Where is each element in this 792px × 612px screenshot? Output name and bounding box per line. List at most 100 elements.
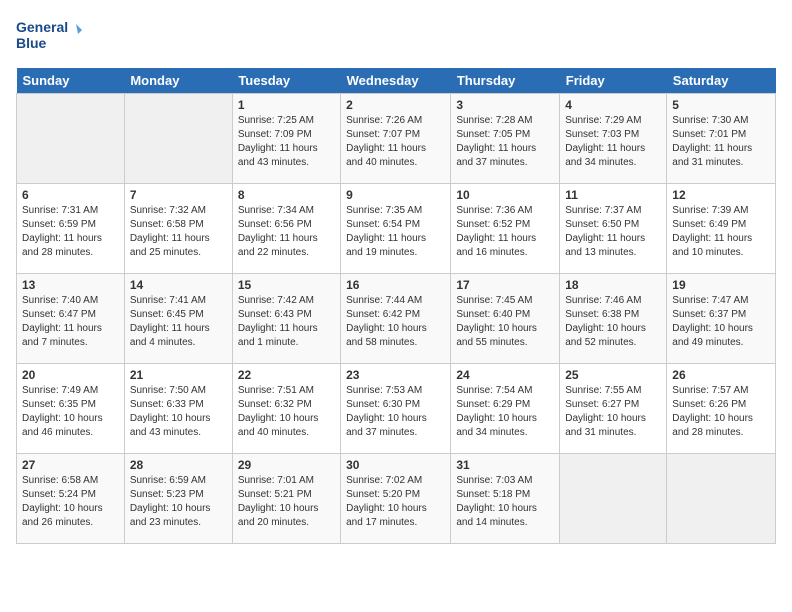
calendar-cell bbox=[560, 454, 667, 544]
calendar-cell: 13 Sunrise: 7:40 AMSunset: 6:47 PMDayligh… bbox=[17, 274, 125, 364]
day-info: Sunrise: 7:36 AMSunset: 6:52 PMDaylight:… bbox=[456, 204, 554, 260]
day-number: 7 bbox=[130, 188, 227, 202]
day-info: Sunrise: 7:26 AMSunset: 7:07 PMDaylight:… bbox=[346, 114, 445, 170]
day-header-saturday: Saturday bbox=[667, 68, 776, 94]
day-number: 1 bbox=[238, 98, 335, 112]
day-info: Sunrise: 7:31 AMSunset: 6:59 PMDaylight:… bbox=[22, 204, 119, 260]
calendar-cell bbox=[124, 94, 232, 184]
day-header-tuesday: Tuesday bbox=[232, 68, 340, 94]
day-number: 14 bbox=[130, 278, 227, 292]
day-header-wednesday: Wednesday bbox=[341, 68, 451, 94]
calendar-cell: 15 Sunrise: 7:42 AMSunset: 6:43 PMDayligh… bbox=[232, 274, 340, 364]
day-number: 9 bbox=[346, 188, 445, 202]
logo-svg: General Blue bbox=[16, 16, 86, 56]
day-number: 11 bbox=[565, 188, 661, 202]
calendar-cell bbox=[17, 94, 125, 184]
calendar-cell: 26 Sunrise: 7:57 AMSunset: 6:26 PMDayligh… bbox=[667, 364, 776, 454]
calendar-cell: 25 Sunrise: 7:55 AMSunset: 6:27 PMDayligh… bbox=[560, 364, 667, 454]
week-row-1: 1 Sunrise: 7:25 AMSunset: 7:09 PMDaylight… bbox=[17, 94, 776, 184]
day-info: Sunrise: 7:29 AMSunset: 7:03 PMDaylight:… bbox=[565, 114, 661, 170]
calendar-cell: 21Sunrise: 7:50 AMSunset: 6:33 PMDayligh… bbox=[124, 364, 232, 454]
day-number: 15 bbox=[238, 278, 335, 292]
day-info: Sunrise: 7:47 AMSunset: 6:37 PMDaylight:… bbox=[672, 294, 770, 350]
calendar-cell: 16Sunrise: 7:44 AMSunset: 6:42 PMDayligh… bbox=[341, 274, 451, 364]
day-number: 26 bbox=[672, 368, 770, 382]
day-number: 23 bbox=[346, 368, 445, 382]
calendar-cell: 29Sunrise: 7:01 AMSunset: 5:21 PMDayligh… bbox=[232, 454, 340, 544]
calendar-cell: 5 Sunrise: 7:30 AMSunset: 7:01 PMDaylight… bbox=[667, 94, 776, 184]
calendar-cell: 22 Sunrise: 7:51 AMSunset: 6:32 PMDayligh… bbox=[232, 364, 340, 454]
calendar-cell: 2 Sunrise: 7:26 AMSunset: 7:07 PMDaylight… bbox=[341, 94, 451, 184]
day-number: 6 bbox=[22, 188, 119, 202]
calendar-cell: 23Sunrise: 7:53 AMSunset: 6:30 PMDayligh… bbox=[341, 364, 451, 454]
calendar-cell: 7 Sunrise: 7:32 AMSunset: 6:58 PMDaylight… bbox=[124, 184, 232, 274]
day-info: Sunrise: 7:37 AMSunset: 6:50 PMDaylight:… bbox=[565, 204, 661, 260]
day-number: 25 bbox=[565, 368, 661, 382]
week-row-3: 13 Sunrise: 7:40 AMSunset: 6:47 PMDayligh… bbox=[17, 274, 776, 364]
day-number: 22 bbox=[238, 368, 335, 382]
day-info: Sunrise: 7:57 AMSunset: 6:26 PMDaylight:… bbox=[672, 384, 770, 440]
day-number: 24 bbox=[456, 368, 554, 382]
day-info: Sunrise: 7:44 AMSunset: 6:42 PMDaylight:… bbox=[346, 294, 445, 350]
calendar-cell: 8 Sunrise: 7:34 AMSunset: 6:56 PMDaylight… bbox=[232, 184, 340, 274]
day-info: Sunrise: 7:01 AMSunset: 5:21 PMDaylight:… bbox=[238, 474, 335, 530]
calendar-cell: 12 Sunrise: 7:39 AMSunset: 6:49 PMDayligh… bbox=[667, 184, 776, 274]
calendar-cell: 17Sunrise: 7:45 AMSunset: 6:40 PMDayligh… bbox=[451, 274, 560, 364]
day-number: 31 bbox=[456, 458, 554, 472]
calendar-cell: 24 Sunrise: 7:54 AMSunset: 6:29 PMDayligh… bbox=[451, 364, 560, 454]
week-row-4: 20 Sunrise: 7:49 AMSunset: 6:35 PMDayligh… bbox=[17, 364, 776, 454]
calendar-cell: 6 Sunrise: 7:31 AMSunset: 6:59 PMDaylight… bbox=[17, 184, 125, 274]
calendar-cell: 10 Sunrise: 7:36 AMSunset: 6:52 PMDayligh… bbox=[451, 184, 560, 274]
day-number: 3 bbox=[456, 98, 554, 112]
calendar-cell: 28 Sunrise: 6:59 AMSunset: 5:23 PMDayligh… bbox=[124, 454, 232, 544]
day-number: 10 bbox=[456, 188, 554, 202]
day-number: 13 bbox=[22, 278, 119, 292]
calendar-cell: 9 Sunrise: 7:35 AMSunset: 6:54 PMDaylight… bbox=[341, 184, 451, 274]
day-info: Sunrise: 7:46 AMSunset: 6:38 PMDaylight:… bbox=[565, 294, 661, 350]
day-info: Sunrise: 7:42 AMSunset: 6:43 PMDaylight:… bbox=[238, 294, 335, 350]
day-info: Sunrise: 7:32 AMSunset: 6:58 PMDaylight:… bbox=[130, 204, 227, 260]
svg-text:General: General bbox=[16, 19, 68, 35]
day-header-sunday: Sunday bbox=[17, 68, 125, 94]
calendar-cell: 31Sunrise: 7:03 AMSunset: 5:18 PMDayligh… bbox=[451, 454, 560, 544]
header: General Blue bbox=[16, 16, 776, 56]
day-info: Sunrise: 7:02 AMSunset: 5:20 PMDaylight:… bbox=[346, 474, 445, 530]
day-number: 19 bbox=[672, 278, 770, 292]
day-info: Sunrise: 7:49 AMSunset: 6:35 PMDaylight:… bbox=[22, 384, 119, 440]
day-number: 30 bbox=[346, 458, 445, 472]
day-header-friday: Friday bbox=[560, 68, 667, 94]
day-info: Sunrise: 7:54 AMSunset: 6:29 PMDaylight:… bbox=[456, 384, 554, 440]
day-info: Sunrise: 7:25 AMSunset: 7:09 PMDaylight:… bbox=[238, 114, 335, 170]
calendar-cell: 27 Sunrise: 6:58 AMSunset: 5:24 PMDayligh… bbox=[17, 454, 125, 544]
day-info: Sunrise: 7:55 AMSunset: 6:27 PMDaylight:… bbox=[565, 384, 661, 440]
day-number: 12 bbox=[672, 188, 770, 202]
day-number: 27 bbox=[22, 458, 119, 472]
day-info: Sunrise: 7:34 AMSunset: 6:56 PMDaylight:… bbox=[238, 204, 335, 260]
calendar-cell: 30 Sunrise: 7:02 AMSunset: 5:20 PMDayligh… bbox=[341, 454, 451, 544]
day-number: 20 bbox=[22, 368, 119, 382]
day-info: Sunrise: 7:50 AMSunset: 6:33 PMDaylight:… bbox=[130, 384, 227, 440]
day-info: Sunrise: 7:45 AMSunset: 6:40 PMDaylight:… bbox=[456, 294, 554, 350]
calendar-cell: 1 Sunrise: 7:25 AMSunset: 7:09 PMDaylight… bbox=[232, 94, 340, 184]
day-number: 8 bbox=[238, 188, 335, 202]
day-info: Sunrise: 7:35 AMSunset: 6:54 PMDaylight:… bbox=[346, 204, 445, 260]
day-number: 2 bbox=[346, 98, 445, 112]
week-row-2: 6 Sunrise: 7:31 AMSunset: 6:59 PMDaylight… bbox=[17, 184, 776, 274]
day-info: Sunrise: 7:51 AMSunset: 6:32 PMDaylight:… bbox=[238, 384, 335, 440]
calendar-cell: 18 Sunrise: 7:46 AMSunset: 6:38 PMDayligh… bbox=[560, 274, 667, 364]
day-number: 4 bbox=[565, 98, 661, 112]
day-info: Sunrise: 7:40 AMSunset: 6:47 PMDaylight:… bbox=[22, 294, 119, 350]
calendar-cell: 20 Sunrise: 7:49 AMSunset: 6:35 PMDayligh… bbox=[17, 364, 125, 454]
day-info: Sunrise: 6:58 AMSunset: 5:24 PMDaylight:… bbox=[22, 474, 119, 530]
calendar-cell: 4 Sunrise: 7:29 AMSunset: 7:03 PMDaylight… bbox=[560, 94, 667, 184]
day-info: Sunrise: 7:39 AMSunset: 6:49 PMDaylight:… bbox=[672, 204, 770, 260]
day-info: Sunrise: 6:59 AMSunset: 5:23 PMDaylight:… bbox=[130, 474, 227, 530]
day-number: 28 bbox=[130, 458, 227, 472]
calendar-cell: 11 Sunrise: 7:37 AMSunset: 6:50 PMDayligh… bbox=[560, 184, 667, 274]
day-number: 5 bbox=[672, 98, 770, 112]
calendar-cell: 3Sunrise: 7:28 AMSunset: 7:05 PMDaylight… bbox=[451, 94, 560, 184]
calendar-cell: 14Sunrise: 7:41 AMSunset: 6:45 PMDayligh… bbox=[124, 274, 232, 364]
day-number: 18 bbox=[565, 278, 661, 292]
calendar-cell: 19 Sunrise: 7:47 AMSunset: 6:37 PMDayligh… bbox=[667, 274, 776, 364]
day-info: Sunrise: 7:30 AMSunset: 7:01 PMDaylight:… bbox=[672, 114, 770, 170]
